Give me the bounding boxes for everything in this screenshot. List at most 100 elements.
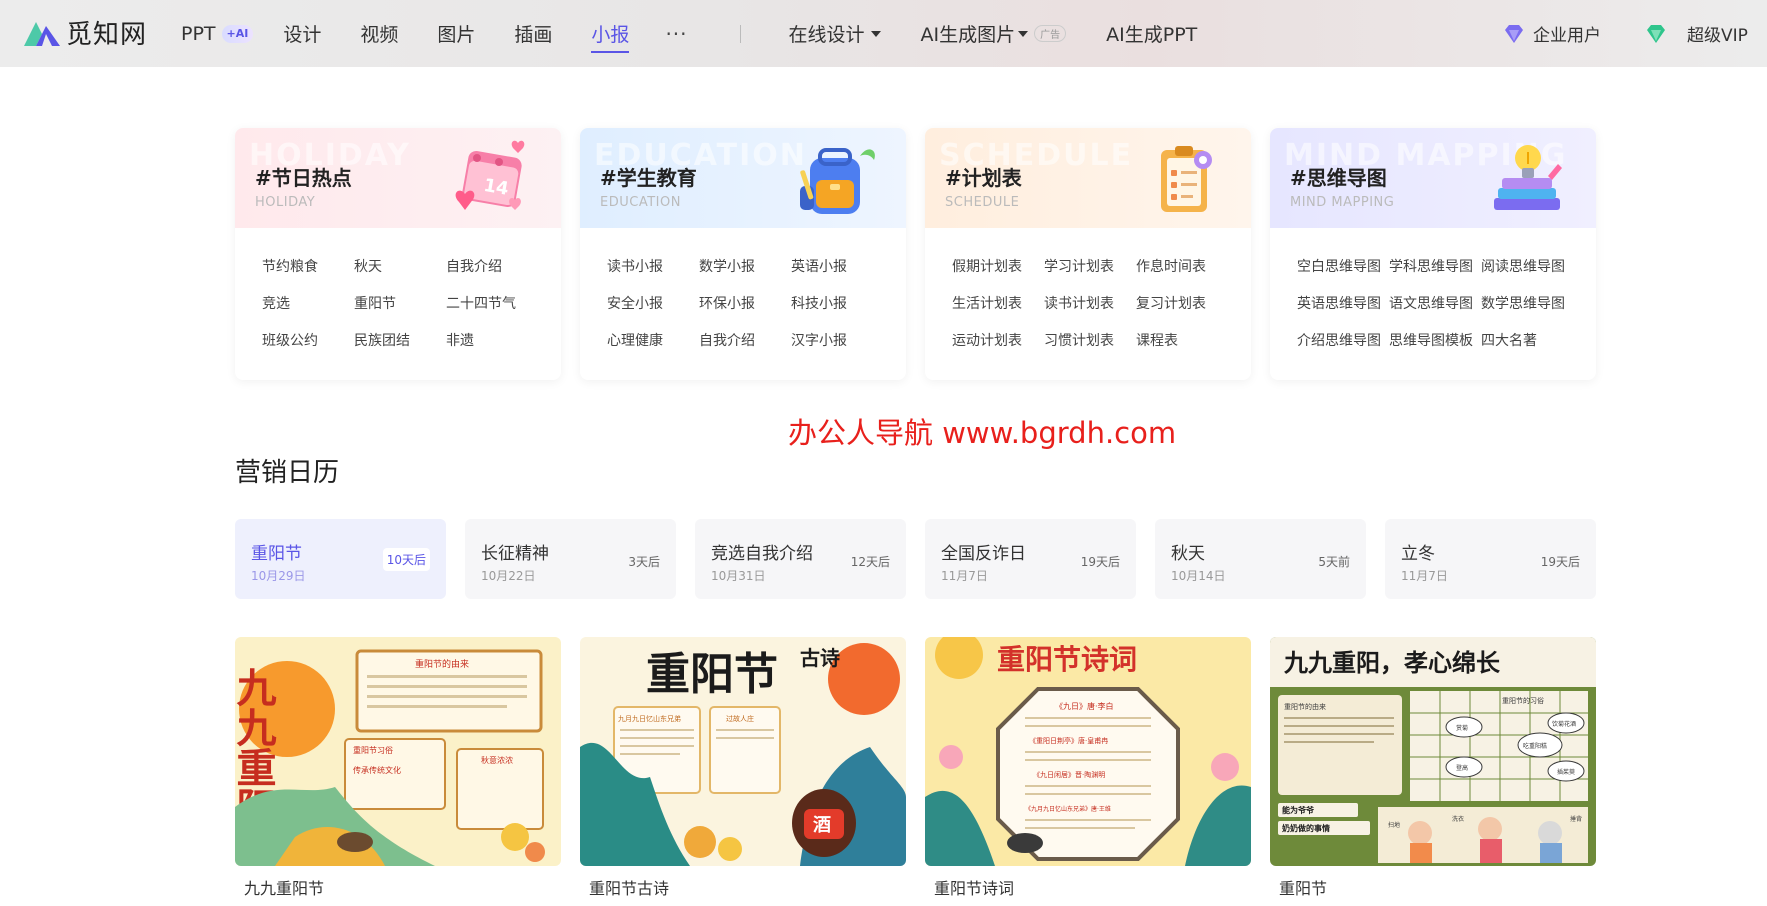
category-link[interactable]: 英语小报 xyxy=(791,256,891,275)
online-design-dropdown[interactable]: 在线设计 xyxy=(789,0,881,67)
category-link[interactable]: 非遗 xyxy=(446,330,546,349)
nav-item-design[interactable]: 设计 xyxy=(283,0,321,67)
category-link[interactable]: 空白思维导图 xyxy=(1297,256,1389,275)
category-link[interactable]: 自我介绍 xyxy=(446,256,546,275)
poster-panel-title: 九月九日忆山东兄弟 xyxy=(618,714,681,723)
category-link[interactable]: 作息时间表 xyxy=(1136,256,1236,275)
category-link[interactable]: 习惯计划表 xyxy=(1044,330,1136,349)
poster-tag: 扫地 xyxy=(1388,821,1400,829)
calendar-countdown-badge: 19天后 xyxy=(1540,555,1580,569)
category-link[interactable]: 假期计划表 xyxy=(952,256,1044,275)
super-vip-link[interactable]: 超级VIP xyxy=(1645,0,1748,67)
chevron-down-icon xyxy=(870,30,881,37)
category-link[interactable]: 阅读思维导图 xyxy=(1481,256,1581,275)
category-link[interactable]: 自我介绍 xyxy=(699,330,791,349)
svg-text:14: 14 xyxy=(482,175,510,200)
calendar-countdown-badge: 19天后 xyxy=(1080,555,1120,569)
poster-caption[interactable]: 九九重阳节 xyxy=(244,875,324,899)
more-menu-button[interactable]: ··· xyxy=(665,0,687,67)
category-link[interactable]: 学习计划表 xyxy=(1044,256,1136,275)
backpack-icon xyxy=(800,148,875,214)
category-link[interactable]: 班级公约 xyxy=(262,330,354,349)
category-link[interactable]: 英语思维导图 xyxy=(1297,293,1389,312)
category-title: #思维导图 xyxy=(1290,166,1387,190)
calendar-event-name: 立冬 xyxy=(1401,544,1435,564)
calendar-event-date: 10月29日 xyxy=(251,569,306,583)
category-link[interactable]: 数学思维导图 xyxy=(1481,293,1581,312)
calendar-event-date: 10月31日 xyxy=(711,569,766,583)
calendar-card[interactable]: 长征精神 10月22日 3天后 xyxy=(465,519,676,599)
brand-logo[interactable]: 觅知网 xyxy=(22,14,147,51)
ai-image-dropdown[interactable]: AI生成图片 广告 xyxy=(921,0,1067,67)
category-link[interactable]: 秋天 xyxy=(354,256,446,275)
nav-item-tabloid[interactable]: 小报 xyxy=(591,0,630,67)
calendar-card[interactable]: 全国反诈日 11月7日 19天后 xyxy=(925,519,1136,599)
nav-item-video[interactable]: 视频 xyxy=(360,0,398,67)
category-title: #节日热点 xyxy=(255,166,352,190)
category-link[interactable]: 科技小报 xyxy=(791,293,891,312)
category-link[interactable]: 学科思维导图 xyxy=(1389,256,1481,275)
category-link[interactable]: 安全小报 xyxy=(607,293,699,312)
nav-divider xyxy=(739,24,741,43)
calendar-countdown-badge: 3天后 xyxy=(628,555,660,569)
poster-thumbnail[interactable]: 重阳节诗词 《九日》唐·李白 《重阳日荆亭》唐·皇甫冉 《九日闲居》晋·陶渊明 … xyxy=(925,637,1251,866)
category-link-grid: 节约粮食 秋天 自我介绍 竞选 重阳节 二十四节气 班级公约 民族团结 非遗 xyxy=(262,256,552,349)
chevron-down-icon xyxy=(1018,30,1029,37)
lightbulb-books-icon xyxy=(1494,145,1562,210)
poster-panel-title: 重阳节的由来 xyxy=(1284,702,1326,711)
calendar-card[interactable]: 竞选自我介绍 10月31日 12天后 xyxy=(695,519,906,599)
category-link[interactable]: 复习计划表 xyxy=(1136,293,1236,312)
category-card-header[interactable]: HOLIDAY #节日热点 HOLIDAY 14 xyxy=(235,128,561,228)
category-subtitle: MIND MAPPING xyxy=(1290,195,1395,210)
nav-item-images[interactable]: 图片 xyxy=(437,0,475,67)
enterprise-user-link[interactable]: 企业用户 xyxy=(1503,0,1601,67)
category-link[interactable]: 节约粮食 xyxy=(262,256,354,275)
category-link[interactable]: 运动计划表 xyxy=(952,330,1044,349)
category-link[interactable]: 汉字小报 xyxy=(791,330,891,349)
poster-artwork: 重阳节诗词 《九日》唐·李白 《重阳日荆亭》唐·皇甫冉 《九日闲居》晋·陶渊明 … xyxy=(925,637,1251,866)
watermark-text: 办公人导航 www.bgrdh.com xyxy=(788,416,1177,450)
poster-headline-side: 古诗 xyxy=(800,646,840,670)
category-card-education: EDUCATION #学生教育 EDUCATION 读书小报 数学小报 英语小报… xyxy=(580,128,906,380)
category-link[interactable]: 思维导图模板 xyxy=(1389,330,1481,349)
ai-ppt-label: AI生成PPT xyxy=(1106,24,1198,46)
poster-thumbnail[interactable]: 九九重阳，孝心绵长 重阳节的由来 重阳节的习俗 赏菊 登高 吃重阳糕 饮菊花酒 … xyxy=(1270,637,1596,866)
calendar-card[interactable]: 重阳节 10月29日 10天后 xyxy=(235,519,446,599)
nav-item-illustration[interactable]: 插画 xyxy=(514,0,552,67)
category-link[interactable]: 重阳节 xyxy=(354,293,446,312)
nav-item-ai-ppt[interactable]: AI生成PPT xyxy=(1106,0,1197,67)
brand-logo-icon xyxy=(24,21,60,46)
category-link-grid: 假期计划表 学习计划表 作息时间表 生活计划表 读书计划表 复习计划表 运动计划… xyxy=(952,256,1242,349)
category-link[interactable]: 读书小报 xyxy=(607,256,699,275)
category-link[interactable]: 生活计划表 xyxy=(952,293,1044,312)
poster-thumbnail[interactable]: 重阳节 古诗 九月九日忆山东兄弟 过故人庄 酒 xyxy=(580,637,906,866)
category-link[interactable]: 课程表 xyxy=(1136,330,1236,349)
calendar-card[interactable]: 秋天 10月14日 5天前 xyxy=(1155,519,1366,599)
category-link[interactable]: 环保小报 xyxy=(699,293,791,312)
category-link[interactable]: 民族团结 xyxy=(354,330,446,349)
poster-tag: 捶背 xyxy=(1570,815,1582,823)
category-card-header[interactable]: SCHEDULE #计划表 SCHEDULE xyxy=(925,128,1251,228)
calendar-card[interactable]: 立冬 11月7日 19天后 xyxy=(1385,519,1596,599)
category-link[interactable]: 介绍思维导图 xyxy=(1297,330,1389,349)
poster-headline: 重阳节诗词 xyxy=(997,643,1137,676)
calendar-event-date: 10月22日 xyxy=(481,569,536,583)
category-link[interactable]: 读书计划表 xyxy=(1044,293,1136,312)
poster-seal-text: 酒 xyxy=(813,814,831,836)
category-link[interactable]: 竞选 xyxy=(262,293,354,312)
category-link[interactable]: 心理健康 xyxy=(607,330,699,349)
category-link[interactable]: 语文思维导图 xyxy=(1389,293,1481,312)
nav-item-ppt[interactable]: PPT +AI xyxy=(181,0,254,67)
poster-tag: 吃重阳糕 xyxy=(1523,742,1547,750)
category-link[interactable]: 二十四节气 xyxy=(446,293,546,312)
poster-thumbnail[interactable]: 九九重阳节 重阳节的由来 重阳节习俗 传承传统文化 秋意浓浓 xyxy=(235,637,561,866)
category-link[interactable]: 数学小报 xyxy=(699,256,791,275)
poster-caption[interactable]: 重阳节 xyxy=(1279,875,1327,899)
poster-caption[interactable]: 重阳节古诗 xyxy=(589,875,669,899)
category-card-header[interactable]: MIND MAPPING #思维导图 MIND MAPPING xyxy=(1270,128,1596,228)
poster-caption[interactable]: 重阳节诗词 xyxy=(934,875,1014,899)
nav-item-label: 视频 xyxy=(360,24,399,46)
category-link[interactable]: 四大名著 xyxy=(1481,330,1581,349)
category-card-header[interactable]: EDUCATION #学生教育 EDUCATION xyxy=(580,128,906,228)
poster-tag: 饮菊花酒 xyxy=(1552,720,1576,728)
